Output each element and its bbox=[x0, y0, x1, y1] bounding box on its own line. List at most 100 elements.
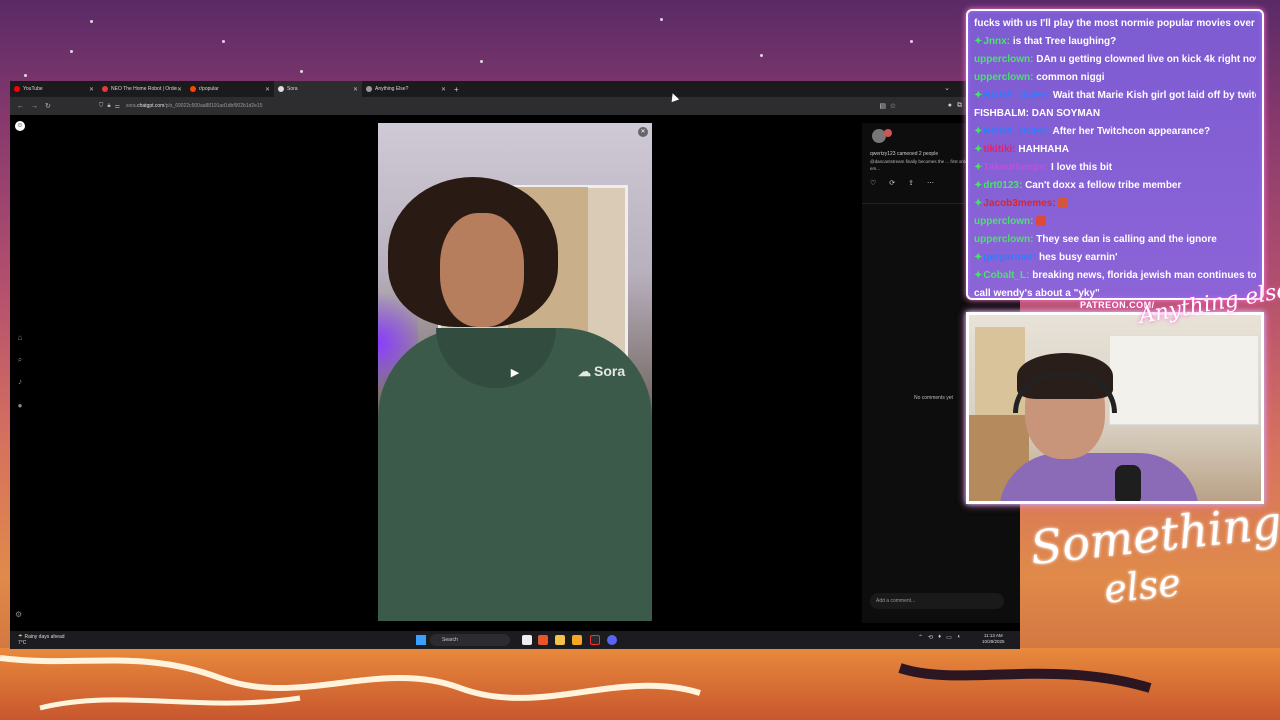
chat-username: Cobalt_L: bbox=[983, 270, 1030, 281]
bell-icon[interactable]: ♪ bbox=[15, 377, 25, 387]
tab-label: r/popular bbox=[199, 86, 219, 92]
bookmark-star-icon[interactable]: ☆ bbox=[890, 102, 896, 110]
weather-temp: 7°C bbox=[18, 640, 27, 646]
chevron-up-icon[interactable]: ⌃ bbox=[918, 634, 923, 641]
discord-icon[interactable] bbox=[607, 635, 617, 645]
weather-text: Rainy days ahead bbox=[24, 634, 65, 640]
taskbar-search[interactable]: Search bbox=[430, 634, 510, 646]
tab-youtube[interactable]: YouTube ✕ bbox=[10, 81, 98, 97]
chat-username: upperclown: bbox=[974, 234, 1034, 245]
streamer-shirt bbox=[999, 453, 1199, 501]
chat-message: ✦tikitiki: HAHHAHA bbox=[974, 141, 1256, 159]
logo-line-2: else bbox=[1101, 560, 1183, 612]
folder-icon[interactable] bbox=[572, 635, 582, 645]
avatar[interactable] bbox=[884, 129, 892, 137]
weather-widget[interactable]: ☂ Rainy days ahead 7°C bbox=[18, 634, 65, 646]
chat-message: ✦Cobalt_L: breaking news, florida jewish… bbox=[974, 267, 1256, 285]
search-icon[interactable]: ⌕ bbox=[15, 355, 25, 365]
lock-icon[interactable]: 🔒︎ bbox=[107, 103, 110, 110]
chat-username: upperclown: bbox=[974, 72, 1034, 83]
chat-username: Takeurlumps: bbox=[983, 162, 1049, 173]
subscriber-badge-icon: ✦ bbox=[974, 126, 983, 137]
chat-username: Jnnx: bbox=[983, 36, 1011, 47]
youtube-icon bbox=[14, 86, 20, 92]
mic-icon[interactable]: ♦ bbox=[938, 634, 941, 641]
cameo-line: qwertzy123 cameoed 2 people bbox=[870, 151, 939, 157]
close-icon[interactable]: ✕ bbox=[177, 86, 182, 93]
neo-icon bbox=[102, 86, 108, 92]
chat-text: They see dan is calling and the ignore bbox=[1036, 234, 1217, 245]
url-field[interactable]: sora.chatgpt.com/p/s_69022c500aa88191ad1… bbox=[126, 103, 263, 109]
reload-icon[interactable]: ↻ bbox=[45, 102, 51, 110]
tab-label: Sora bbox=[287, 86, 298, 92]
chat-username: upperclown: bbox=[974, 216, 1034, 227]
home-icon[interactable]: ⌂ bbox=[15, 333, 25, 343]
subscriber-badge-icon: ✦ bbox=[974, 270, 983, 281]
subscriber-badge-icon: ✦ bbox=[974, 198, 983, 209]
tab-neo[interactable]: NEO The Home Robot | Order ✕ bbox=[98, 81, 186, 97]
chat-username: drt0123: bbox=[983, 180, 1023, 191]
tab-anything-else[interactable]: Anything Else? ✕ bbox=[362, 81, 450, 97]
emote-icon bbox=[1058, 198, 1069, 209]
close-icon[interactable]: ✕ bbox=[441, 86, 446, 93]
chat-text: I love this bit bbox=[1051, 162, 1113, 173]
shield-icon[interactable]: ⛉ bbox=[99, 103, 104, 110]
heart-icon[interactable]: ♡ bbox=[870, 179, 876, 187]
tab-reddit[interactable]: r/popular ✕ bbox=[186, 81, 274, 97]
no-comments-text: No comments yet bbox=[914, 395, 953, 401]
profile-icon[interactable]: ● bbox=[948, 102, 952, 109]
file-explorer-icon[interactable] bbox=[555, 635, 565, 645]
tab-list-chevron-icon[interactable]: ⌄ bbox=[944, 84, 950, 92]
chat-text: common niggi bbox=[1036, 72, 1105, 83]
sora-logo-icon[interactable]: ☺ bbox=[15, 121, 25, 131]
search-label: Search bbox=[442, 637, 458, 643]
chat-text: hes busy earnin' bbox=[1038, 252, 1118, 263]
chat-message: fucks with us I'll play the most normie … bbox=[974, 15, 1256, 33]
comment-input[interactable]: Add a comment... bbox=[870, 593, 1004, 609]
profile-icon[interactable]: ● bbox=[15, 401, 25, 411]
subscriber-badge-icon: ✦ bbox=[974, 36, 983, 47]
chat-text: HAHHAHA bbox=[1018, 144, 1069, 155]
chat-message: ✦BORA_OCEE: Wait that Marie Kish girl go… bbox=[974, 87, 1256, 105]
chat-message: ✦Jacob3memes: bbox=[974, 195, 1256, 213]
sora-icon bbox=[278, 86, 284, 92]
chat-message: ✦Takeurlumps: I love this bit bbox=[974, 159, 1256, 177]
close-icon[interactable]: ✕ bbox=[89, 86, 94, 93]
subscriber-badge-icon: ✦ bbox=[974, 144, 983, 155]
site-settings-icon[interactable]: ⚌ bbox=[115, 103, 120, 110]
subscriber-badge-icon: ✦ bbox=[974, 180, 983, 191]
chat-message: upperclown: common niggi bbox=[974, 69, 1256, 87]
reader-view-icon[interactable]: ▤ bbox=[879, 102, 886, 110]
monitor-icon[interactable]: ▭ bbox=[946, 634, 952, 641]
tab-bar: YouTube ✕ NEO The Home Robot | Order ✕ r… bbox=[10, 81, 1020, 97]
more-icon[interactable]: ⋯ bbox=[927, 179, 934, 187]
settings-icon[interactable]: ⚙ bbox=[15, 610, 22, 619]
obs-icon[interactable] bbox=[590, 635, 600, 645]
firefox-icon[interactable] bbox=[538, 635, 548, 645]
forward-icon[interactable]: → bbox=[31, 103, 38, 110]
sora-watermark-icon: ☁ bbox=[578, 364, 591, 379]
remix-icon[interactable]: ⟳ bbox=[889, 179, 895, 187]
video-player[interactable]: ▶ ☁ Sora ✕ bbox=[378, 123, 652, 621]
windows-taskbar: ☂ Rainy days ahead 7°C Search ⌃ ⟲ ♦ ▭ ◖ 1… bbox=[10, 631, 1020, 649]
chat-text: DAN SOYMAN bbox=[1031, 108, 1101, 119]
network-icon[interactable]: ⟲ bbox=[928, 634, 933, 641]
close-icon[interactable]: ✕ bbox=[353, 86, 358, 93]
play-icon[interactable]: ▶ bbox=[505, 363, 525, 383]
mute-icon[interactable]: ✕ bbox=[638, 127, 648, 137]
new-tab-button[interactable]: + bbox=[454, 85, 459, 94]
tab-sora[interactable]: Sora ✕ bbox=[274, 81, 362, 97]
background-dresser bbox=[1109, 335, 1259, 425]
chat-message: ✦BORA_OCEE: After her Twitchcon appearan… bbox=[974, 123, 1256, 141]
back-icon[interactable]: ← bbox=[17, 103, 24, 110]
sora-watermark: ☁ Sora bbox=[578, 363, 625, 380]
close-icon[interactable]: ✕ bbox=[265, 86, 270, 93]
windows-start-icon[interactable] bbox=[416, 635, 426, 645]
volume-icon[interactable]: ◖ bbox=[957, 634, 961, 641]
chat-text: After her Twitchcon appearance? bbox=[1052, 126, 1211, 137]
share-icon[interactable]: ⇪ bbox=[908, 179, 914, 187]
task-view-icon[interactable] bbox=[522, 635, 532, 645]
extensions-icon[interactable]: ⧉ bbox=[957, 102, 962, 110]
chat-username: FISHBALM: bbox=[974, 108, 1029, 119]
clock[interactable]: 11:13 AM 10/29/2025 bbox=[982, 633, 1005, 645]
